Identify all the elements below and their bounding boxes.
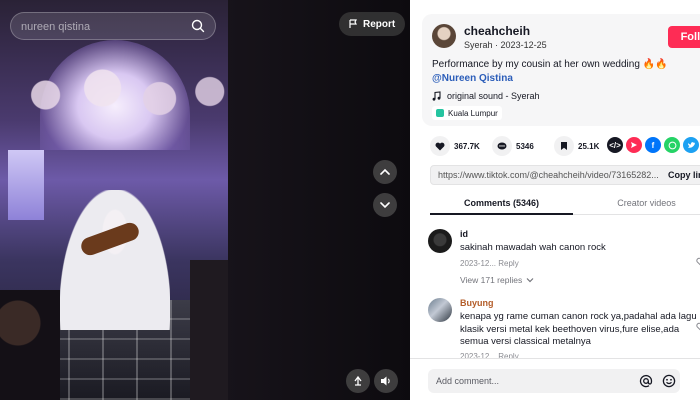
engagement-stats: 367.7K 5346 25.1K (430, 136, 608, 156)
search-bar[interactable] (10, 12, 216, 40)
comment-username[interactable]: id (460, 229, 468, 239)
post-date: 2023-12-25 (500, 40, 547, 50)
chevron-up-icon (380, 168, 390, 175)
tab-comments[interactable]: Comments (5346) (430, 198, 573, 208)
twitter-icon[interactable] (683, 137, 699, 153)
details-panel: cheahcheih Syerah · 2023-12-25 Follow Pe… (410, 0, 700, 400)
search-icon[interactable] (191, 19, 205, 33)
comment-username[interactable]: Buyung (460, 298, 494, 308)
comment-bubble-icon (492, 136, 512, 156)
sound-title: Syerah (464, 40, 493, 50)
heart-icon[interactable] (696, 322, 700, 332)
next-video-button[interactable] (373, 193, 397, 217)
view-replies-button[interactable]: View 171 replies (460, 275, 534, 285)
comment-text: kenapa yg rame cuman canon rock ya,padah… (460, 311, 697, 347)
music-note-icon (432, 91, 441, 101)
flag-icon (349, 19, 357, 28)
facebook-icon[interactable]: f (645, 137, 661, 153)
username[interactable]: cheahcheih (464, 24, 530, 38)
heart-icon[interactable] (696, 257, 700, 267)
panel-tabs: Comments (5346) Creator videos (430, 193, 700, 215)
embed-icon[interactable]: </> (607, 137, 623, 153)
comment-composer (410, 358, 700, 400)
bookmark-icon (554, 136, 574, 156)
avatar[interactable] (428, 229, 452, 253)
comment-count: 5346 (516, 141, 534, 151)
heart-icon (430, 136, 450, 156)
active-tab-indicator (430, 213, 573, 215)
bride-figure (60, 190, 170, 330)
mention-link[interactable]: @Nureen Qistina (432, 73, 513, 84)
send-icon[interactable] (626, 137, 642, 153)
floating-player-icon (354, 375, 362, 386)
like-count: 367.7K (454, 141, 480, 151)
video-player[interactable]: Report (0, 0, 410, 400)
mention-icon[interactable] (639, 374, 653, 388)
audience-left (0, 290, 60, 400)
share-buttons: </> f (607, 137, 699, 153)
flower-decoration (0, 60, 228, 130)
video-link-box: https://www.tiktok.com/@cheahcheih/video… (430, 165, 700, 185)
copy-link-button[interactable]: Copy link (668, 170, 700, 180)
volume-icon (381, 376, 390, 386)
emoji-icon[interactable] (662, 374, 676, 388)
post-subtitle: Syerah · 2023-12-25 (464, 40, 547, 50)
report-label: Report (363, 18, 396, 30)
location-pin-icon (436, 109, 444, 117)
comment-item: id sakinah mawadah wah canon rock 2023-1… (428, 229, 700, 291)
save-button[interactable]: 25.1K (554, 136, 608, 156)
chevron-down-icon (526, 278, 534, 283)
whatsapp-icon[interactable] (664, 137, 680, 153)
location-label: Kuala Lumpur (448, 108, 498, 118)
avatar[interactable] (428, 298, 452, 322)
post-description: Performance by my cousin at her own wedd… (432, 59, 668, 70)
stage-screen (8, 150, 44, 220)
previous-video-button[interactable] (373, 160, 397, 184)
report-button[interactable]: Report (339, 12, 406, 36)
sound-link[interactable]: original sound - Syerah (432, 91, 540, 101)
follow-button[interactable]: Follow (668, 26, 700, 48)
tab-creator-videos[interactable]: Creator videos (573, 198, 700, 208)
save-count: 25.1K (578, 141, 600, 151)
comment-meta[interactable]: 2023-12... Reply (460, 259, 519, 268)
volume-button[interactable] (374, 369, 398, 393)
audience-right (190, 260, 228, 400)
like-button[interactable]: 367.7K (430, 136, 484, 156)
pip-button[interactable] (346, 369, 370, 393)
avatar[interactable] (432, 24, 456, 48)
sound-label: original sound - Syerah (447, 91, 540, 101)
post-info-card: cheahcheih Syerah · 2023-12-25 Follow Pe… (422, 14, 700, 126)
comment-text: sakinah mawadah wah canon rock (460, 242, 606, 253)
chevron-down-icon (380, 202, 390, 209)
comment-item: Buyung kenapa yg rame cuman canon rock y… (428, 298, 700, 361)
location-chip[interactable]: Kuala Lumpur (432, 106, 502, 120)
view-replies-label: View 171 replies (460, 275, 523, 285)
video-url[interactable]: https://www.tiktok.com/@cheahcheih/video… (438, 170, 659, 180)
comment-button[interactable]: 5346 (492, 136, 546, 156)
search-input[interactable] (21, 19, 181, 35)
video-frame[interactable] (0, 0, 228, 400)
